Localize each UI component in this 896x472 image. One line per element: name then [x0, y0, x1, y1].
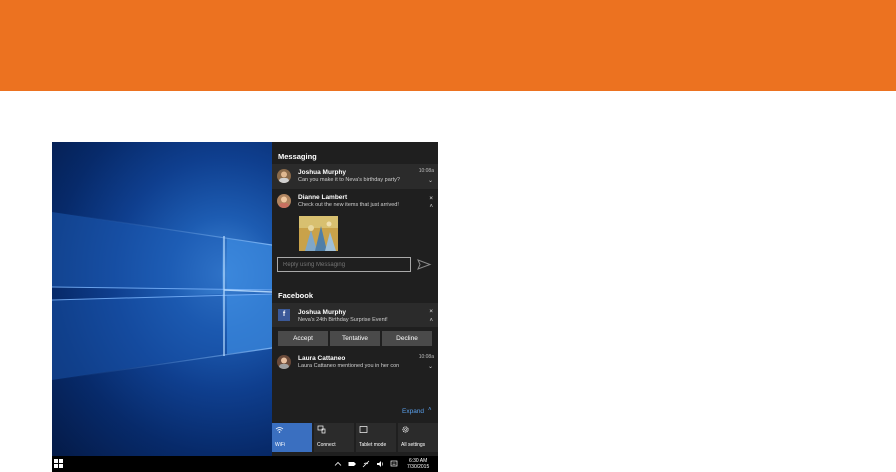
network-icon[interactable]	[362, 460, 370, 468]
quick-action-label: All settings	[401, 442, 426, 448]
notification-sender: Laura Cattaneo	[298, 355, 346, 362]
quick-action-connect[interactable]: Connect	[314, 423, 354, 452]
tablet-mode-icon	[359, 426, 368, 433]
gear-icon	[402, 426, 409, 433]
action-center-panel: Messaging Joshua Murphy Can you make it …	[272, 142, 438, 456]
facebook-icon: f	[278, 309, 290, 321]
quick-action-label: Tablet mode	[359, 442, 387, 448]
send-icon[interactable]	[416, 257, 432, 272]
taskbar-clock[interactable]: 6:30 AM 7/30/2015	[407, 458, 429, 470]
quick-action-wifi[interactable]: WiFi	[272, 423, 312, 452]
messaging-notification-joshua[interactable]: Joshua Murphy Can you make it to Neva's …	[272, 164, 438, 189]
taskbar: 6:30 AM 7/30/2015	[52, 456, 438, 472]
notification-sender: Dianne Lambert	[298, 194, 348, 201]
chevron-down-icon[interactable]: ⌄	[428, 178, 433, 184]
quick-action-tablet-mode[interactable]: Tablet mode	[356, 423, 396, 452]
notification-time: 10:08a	[418, 354, 434, 360]
chevron-down-icon[interactable]: ⌄	[428, 364, 433, 370]
chevron-up-icon[interactable]	[334, 460, 342, 468]
facebook-notification-laura[interactable]: Laura Cattaneo Laura Cattaneo mentioned …	[272, 351, 438, 377]
action-center-icon[interactable]	[390, 460, 398, 468]
avatar	[277, 169, 291, 183]
notification-time: 10:08a	[418, 168, 434, 174]
notification-sender: Joshua Murphy	[298, 169, 347, 176]
chevron-up-icon[interactable]: ˄	[429, 318, 433, 324]
avatar	[277, 355, 291, 369]
quick-action-all-settings[interactable]: All settings	[398, 423, 438, 452]
clock-date: 7/30/2015	[407, 464, 430, 470]
messaging-notification-dianne[interactable]: Dianne Lambert Check out the new items t…	[272, 190, 438, 250]
reply-input[interactable]	[277, 257, 411, 272]
header-banner	[0, 0, 896, 91]
accept-button[interactable]: Accept	[278, 331, 328, 346]
quick-action-label: WiFi	[275, 442, 285, 448]
wifi-icon	[275, 427, 284, 433]
messaging-section-title: Messaging	[278, 152, 317, 161]
avatar	[277, 194, 291, 208]
close-icon[interactable]: ×	[429, 195, 433, 202]
connect-icon	[317, 425, 326, 434]
notification-message: Check out the new items that just arrive…	[298, 202, 399, 208]
quick-action-label: Connect	[317, 442, 336, 448]
close-icon[interactable]: ×	[429, 308, 433, 315]
windows-logo-light-icon	[52, 211, 272, 381]
notification-sender: Joshua Murphy	[298, 309, 347, 316]
battery-icon[interactable]	[348, 460, 356, 468]
decline-button[interactable]: Decline	[382, 331, 432, 346]
volume-icon[interactable]	[376, 460, 384, 468]
tentative-button[interactable]: Tentative	[330, 331, 380, 346]
expand-link[interactable]: Expand	[402, 408, 424, 415]
notification-message: Can you make it to Neva's birthday party…	[298, 177, 400, 183]
windows-start-icon[interactable]	[54, 459, 63, 468]
chevron-up-icon[interactable]: ˄	[428, 407, 432, 413]
chevron-up-icon[interactable]: ˄	[429, 204, 433, 210]
desktop-wallpaper	[52, 142, 272, 456]
notification-message: Neva's 24th Birthday Surprise Event!	[298, 317, 388, 323]
facebook-section-title: Facebook	[278, 291, 314, 300]
attached-photo-image	[299, 216, 338, 251]
facebook-notification-joshua[interactable]: Joshua Murphy Neva's 24th Birthday Surpr…	[272, 303, 438, 327]
screenshot-frame: Messaging Joshua Murphy Can you make it …	[52, 142, 438, 472]
notification-message: Laura Cattaneo mentioned you in her con	[298, 363, 400, 369]
